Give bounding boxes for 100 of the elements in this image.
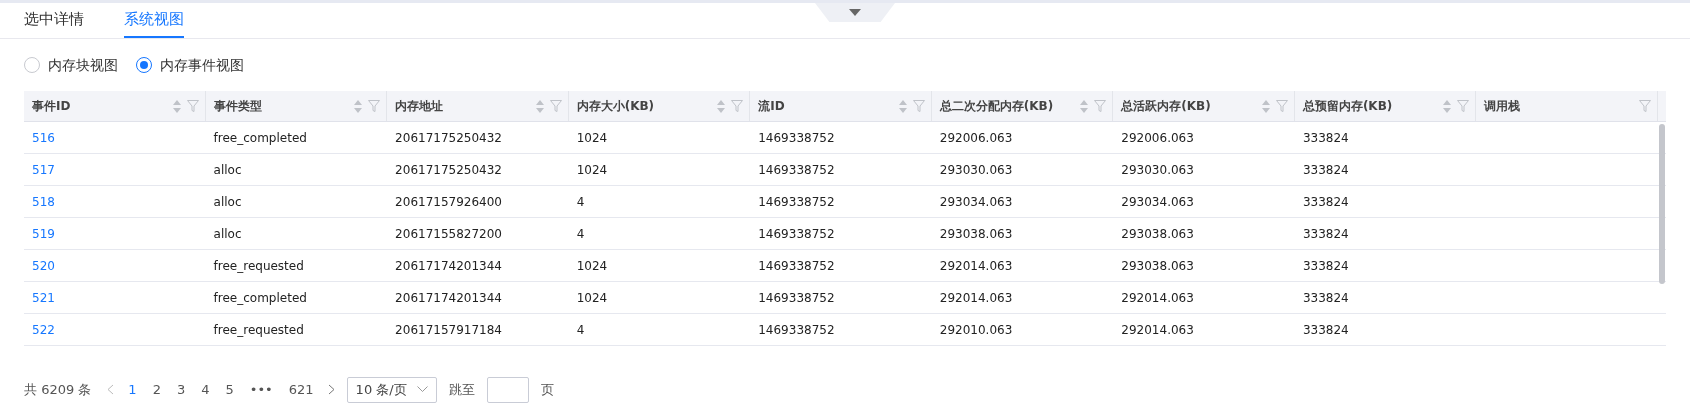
table-cell-text: free_requested [212, 321, 305, 339]
column-header: 总二次分配内存(KB) [939, 98, 1055, 115]
event-id-link[interactable]: 520 [24, 256, 206, 275]
filter-icon[interactable] [186, 100, 199, 112]
page-link[interactable]: 2 [150, 379, 163, 400]
next-page-icon[interactable] [327, 384, 335, 395]
table-cell-text: 1024 [575, 257, 609, 275]
table-cell-text: 1024 [575, 161, 609, 179]
table-cell-text: 1469338752 [757, 161, 836, 179]
caret-down-icon [849, 9, 861, 16]
table-cell-text: free_completed [212, 129, 308, 147]
table-cell-text: 293038.063 [938, 225, 1014, 243]
filter-icon[interactable] [1094, 100, 1107, 112]
filter-icon[interactable] [912, 100, 925, 112]
table-cell-text: 20617175250432 [394, 161, 503, 179]
table-cell-text: 1469338752 [757, 225, 836, 243]
table-cell-text: 293034.063 [1120, 193, 1195, 211]
table-cell-text: 292014.063 [938, 289, 1014, 307]
table-cell-text: 20617157926400 [394, 193, 503, 211]
table-cell-text: 1469338752 [757, 193, 836, 211]
table-cell-text: 1024 [575, 289, 609, 307]
table-cell-text: 292006.063 [1120, 129, 1195, 147]
previous-page-icon[interactable] [107, 384, 115, 395]
filter-icon[interactable] [1275, 100, 1288, 112]
event-id-link[interactable]: 517 [24, 160, 206, 179]
table-cell-text: 293030.063 [1120, 161, 1195, 179]
table-cell-text: 333824 [1301, 161, 1350, 179]
table-cell-text: 4 [575, 193, 586, 211]
scrollbar[interactable] [1659, 124, 1665, 284]
table-cell-text: alloc [212, 193, 243, 211]
table-cell-text: 20617174201344 [394, 257, 503, 275]
tab[interactable]: 选中详情 [24, 3, 84, 38]
event-id-link[interactable]: 516 [24, 128, 206, 147]
chevron-down-icon [416, 386, 428, 393]
column-header: 调用栈 [1484, 98, 1522, 115]
table-cell-text: 333824 [1301, 225, 1350, 243]
table-cell-text: 293038.063 [1120, 225, 1195, 243]
table-cell-text: 1469338752 [757, 321, 836, 339]
table-cell-text: 4 [575, 225, 586, 243]
column-header: 流ID [758, 98, 786, 115]
page-input[interactable] [486, 376, 529, 403]
table-cell-text: free_completed [212, 289, 308, 307]
event-id-link[interactable]: 521 [24, 288, 206, 307]
sort-icon[interactable] [1080, 99, 1089, 113]
event-id-link[interactable]: 519 [24, 224, 206, 243]
table-cell-text: 292014.063 [1120, 321, 1195, 339]
table-cell-text: free_requested [212, 257, 305, 275]
page-link[interactable]: 1 [126, 379, 139, 400]
sort-icon[interactable] [172, 99, 181, 113]
table-cell-text: 1469338752 [757, 257, 836, 275]
column-header: 总预留内存(KB) [1302, 98, 1394, 115]
table-cell-text: 1024 [575, 129, 609, 147]
table-cell-text: alloc [212, 161, 243, 179]
page-size-select[interactable]: 10 条/页 [346, 376, 437, 403]
page-link[interactable]: 3 [174, 379, 188, 400]
page-link[interactable]: 621 [286, 379, 316, 400]
table-cell-text: 293034.063 [938, 193, 1014, 211]
table-cell-text: 20617157917184 [394, 321, 503, 339]
sort-icon[interactable] [898, 99, 907, 113]
total-count: 共 6209 条 [24, 380, 92, 399]
table-cell-text: 1469338752 [757, 289, 836, 307]
table-cell-text: 20617174201344 [394, 289, 503, 307]
column-header: 事件类型 [213, 98, 263, 115]
sort-icon[interactable] [1443, 99, 1452, 113]
table-cell-text: 20617155827200 [394, 225, 503, 243]
sort-icon[interactable] [1261, 99, 1270, 113]
event-id-link[interactable]: 518 [24, 192, 206, 211]
page-unit-label: 页 [540, 380, 554, 399]
column-header: 总活跃内存(KB) [1121, 98, 1212, 115]
page-link[interactable]: 5 [223, 379, 236, 400]
table-cell-text: 333824 [1301, 257, 1350, 275]
table-cell-text: 292014.063 [938, 257, 1014, 275]
sort-icon[interactable] [717, 99, 726, 113]
table-cell-text: alloc [212, 225, 243, 243]
filter-icon[interactable] [1457, 100, 1470, 112]
filter-icon[interactable] [1639, 100, 1651, 112]
table-cell-text: 292006.063 [938, 129, 1014, 147]
sort-icon[interactable] [354, 99, 363, 113]
radio-label: 内存事件视图 [160, 55, 244, 75]
table-cell-text: 333824 [1301, 129, 1350, 147]
table-cell-text: 20617175250432 [394, 129, 503, 147]
filter-icon[interactable] [368, 100, 381, 112]
radio-label: 内存块视图 [48, 55, 118, 75]
table-cell-text: 333824 [1301, 193, 1350, 211]
table-cell-text: 333824 [1301, 289, 1350, 307]
tab[interactable]: 系统视图 [124, 3, 184, 38]
event-id-link[interactable]: 522 [24, 320, 206, 339]
sort-icon[interactable] [535, 99, 544, 113]
table-cell-text: 4 [575, 321, 586, 339]
table-cell-text: 293030.063 [938, 161, 1014, 179]
filter-icon[interactable] [731, 100, 744, 112]
table-cell-text: 1469338752 [757, 129, 836, 147]
page-link[interactable]: ••• [247, 379, 275, 400]
page-link[interactable]: 4 [199, 379, 212, 400]
table-cell-text: 333824 [1301, 321, 1350, 339]
jump-label: 跳至 [448, 380, 475, 399]
column-header: 内存大小(KB) [576, 98, 656, 115]
column-header: 事件ID [32, 98, 72, 115]
table-cell-text: 292010.063 [938, 321, 1014, 339]
filter-icon[interactable] [549, 100, 562, 112]
